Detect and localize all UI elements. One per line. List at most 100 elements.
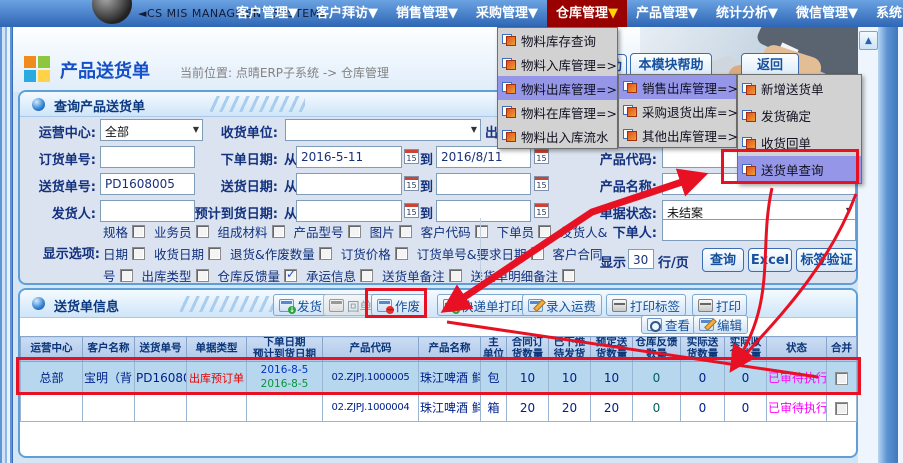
- receiver-label: 收货单位:: [148, 122, 278, 141]
- checkbox[interactable]: [319, 247, 332, 260]
- checkbox[interactable]: [132, 247, 145, 260]
- pencil-icon: [528, 299, 543, 312]
- table-row[interactable]: 02.ZJPJ.1000004 珠江啤酒 鲜啤 箱 20 20 20 0 0 0…: [21, 394, 857, 422]
- label-verify-button[interactable]: 标签验证: [796, 248, 857, 272]
- express-print-button[interactable]: +快递单打印: [437, 294, 530, 316]
- printer-icon: +: [443, 299, 458, 312]
- excel-button[interactable]: Excel: [748, 248, 792, 272]
- menu-item-ship-confirm[interactable]: 发货确定: [738, 102, 861, 129]
- annotation-rect-void-button: [365, 288, 427, 318]
- query-panel-title: 查询产品送货单: [54, 96, 145, 115]
- erp-screen: ◄CS MIS MANAGMENT SYSTEM▶ 客户管理▼ 客户拜访▼ 销售…: [0, 0, 903, 463]
- menu-item-icon: [742, 137, 756, 149]
- product-name-label: 产品名称:: [540, 176, 657, 195]
- breadcrumb: 当前位置: 点晴ERP子系统 -> 仓库管理: [180, 64, 389, 81]
- ship-button[interactable]: ↓发货: [273, 294, 328, 316]
- page-title: 产品送货单: [60, 57, 150, 83]
- merge-checkbox[interactable]: [835, 402, 848, 415]
- checkbox[interactable]: [562, 269, 575, 282]
- menu-item-icon: [502, 130, 516, 142]
- edit-button[interactable]: 编辑: [693, 315, 748, 334]
- menu-item-icon: [502, 58, 516, 70]
- menu-stats[interactable]: 统计分析▼: [707, 0, 787, 27]
- search-button[interactable]: 查询: [702, 248, 744, 272]
- print-label-button[interactable]: 打印标签: [606, 294, 686, 316]
- printer-icon: [612, 299, 627, 312]
- delivery-date-to-input[interactable]: [436, 173, 531, 195]
- checkbox[interactable]: [399, 225, 412, 238]
- menu-item-other-outbound[interactable]: 其他出库管理=>: [619, 123, 736, 147]
- panel-ball-icon: [32, 297, 45, 310]
- menu-item-icon: [502, 82, 516, 94]
- page-size-input[interactable]: 30: [628, 249, 654, 269]
- options-line-3: 号 出库类型 仓库反馈量 承运信息 送货单备注 送货单明细备注: [103, 265, 575, 285]
- warehouse-dropdown-menu: 物料库存查询 物料入库管理=> 物料出库管理=> 物料在库管理=> 物料出入库流…: [497, 27, 618, 149]
- menu-product-mgmt[interactable]: 产品管理▼: [627, 0, 707, 27]
- magnifier-icon: [647, 318, 662, 331]
- menu-warehouse-mgmt[interactable]: 仓库管理▼: [547, 0, 627, 27]
- receiver-select[interactable]: [285, 119, 481, 141]
- scrollbar-thumb[interactable]: [878, 27, 898, 463]
- product-code-label: 产品代码:: [540, 149, 657, 168]
- menu-item-icon: [742, 83, 756, 95]
- calendar-icon[interactable]: [404, 203, 419, 218]
- delivery-date-from-input[interactable]: [296, 173, 402, 195]
- menu-customer-mgmt[interactable]: 客户管理▼: [227, 0, 307, 27]
- freight-entry-button[interactable]: 录入运费: [522, 294, 602, 316]
- expected-date-from-input[interactable]: [296, 200, 402, 222]
- menu-item-icon: [623, 129, 637, 141]
- checkbox[interactable]: [348, 225, 361, 238]
- order-date-from-input[interactable]: 2016-5-11: [296, 146, 402, 168]
- delivery-no-label: 送货单号:: [20, 176, 96, 195]
- checkbox[interactable]: [449, 269, 462, 282]
- calendar-icon[interactable]: [404, 149, 419, 164]
- delivery-date-label: 送货日期:: [148, 176, 278, 195]
- checkbox[interactable]: [395, 247, 408, 260]
- menu-purchase-mgmt[interactable]: 采购管理▼: [467, 0, 547, 27]
- delivery-panel-title: 送货单信息: [54, 296, 119, 315]
- page-icon: [24, 56, 50, 82]
- checkbox[interactable]: [208, 247, 221, 260]
- annotation-rect-delivery-query: [721, 149, 859, 184]
- ship-icon: ↓: [279, 299, 294, 312]
- checkbox[interactable]: [196, 225, 209, 238]
- scroll-up-button[interactable]: ▲: [859, 31, 878, 50]
- menu-item-icon: [623, 81, 637, 93]
- checkbox[interactable]: [132, 225, 145, 238]
- checkbox[interactable]: [360, 269, 373, 282]
- menu-item-new-delivery[interactable]: 新增送货单: [738, 75, 861, 102]
- menu-item-icon: [623, 105, 637, 117]
- menu-item-instock-mgmt[interactable]: 物料在库管理=>: [498, 100, 617, 124]
- checkbox[interactable]: [120, 269, 133, 282]
- menu-sales-mgmt[interactable]: 销售管理▼: [387, 0, 467, 27]
- checkbox[interactable]: [531, 247, 544, 260]
- window-frame: [0, 0, 13, 463]
- menu-item-outbound-mgmt[interactable]: 物料出库管理=>: [498, 76, 617, 100]
- menu-item-sales-outbound[interactable]: 销售出库管理=>: [619, 75, 736, 99]
- logo-sphere-icon: [92, 0, 132, 24]
- view-button[interactable]: 查看: [641, 315, 696, 334]
- printer-icon: [698, 299, 713, 312]
- menu-customer-visit[interactable]: 客户拜访▼: [307, 0, 387, 27]
- menu-item-purchase-return[interactable]: 采购退货出库=>: [619, 99, 736, 123]
- orderer-input[interactable]: [662, 219, 856, 241]
- checkbox[interactable]: [196, 269, 209, 282]
- checkbox-checked[interactable]: [284, 269, 297, 282]
- options-line-2: 日期 收货日期 退货&作废数量 订货价格 订货单号&要求日期 客户合同: [103, 243, 603, 263]
- outbound-submenu: 销售出库管理=> 采购退货出库=> 其他出库管理=>: [618, 74, 737, 148]
- panel-stripes: [180, 296, 275, 312]
- receipt-icon: [329, 299, 344, 312]
- print-button[interactable]: 打印: [692, 294, 747, 316]
- order-date-to-input[interactable]: 2016/8/11: [436, 146, 531, 168]
- menu-item-stock-query[interactable]: 物料库存查询: [498, 28, 617, 52]
- page-size-label: 显示: [600, 252, 626, 271]
- menu-item-inbound-mgmt[interactable]: 物料入库管理=>: [498, 52, 617, 76]
- menu-item-stock-flow[interactable]: 物料出入库流水: [498, 124, 617, 148]
- menu-wechat-mgmt[interactable]: 微信管理▼: [787, 0, 867, 27]
- expected-date-to-input[interactable]: [436, 200, 531, 222]
- menu-system-mgmt[interactable]: 系统管理▼: [867, 0, 903, 27]
- calendar-icon[interactable]: [404, 176, 419, 191]
- menu-item-icon: [502, 34, 516, 46]
- checkbox[interactable]: [272, 225, 285, 238]
- checkbox[interactable]: [475, 225, 488, 238]
